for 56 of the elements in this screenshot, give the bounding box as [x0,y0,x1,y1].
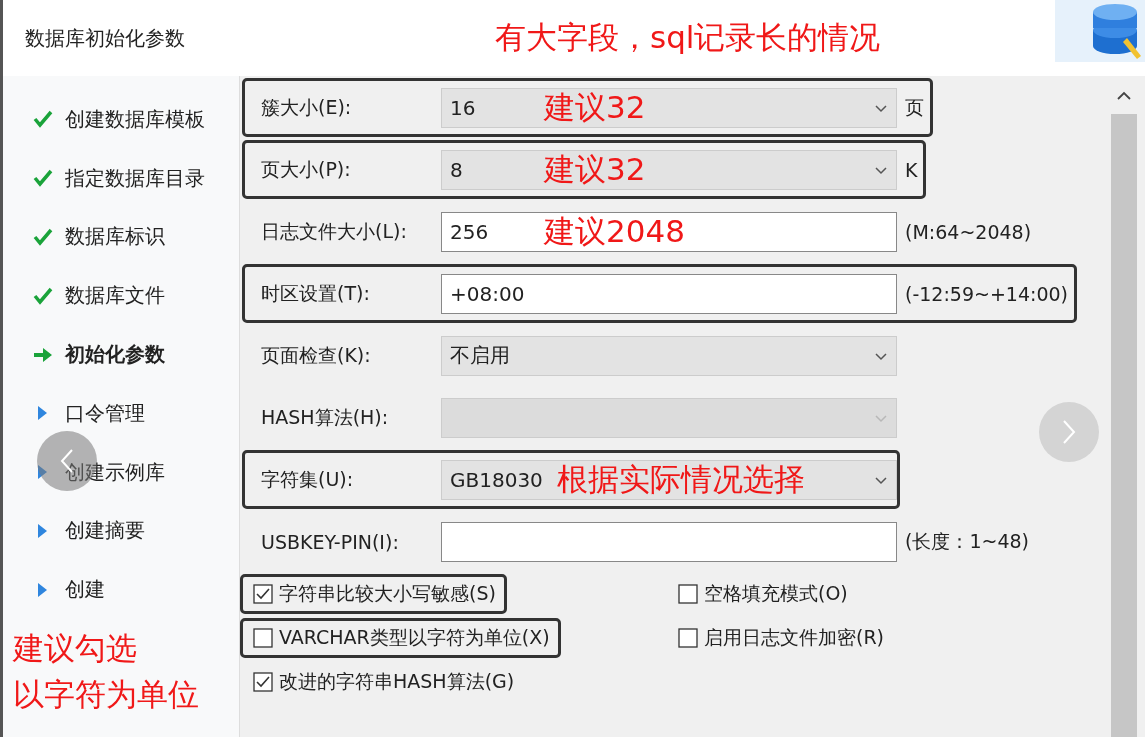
chevron-right-icon [1061,419,1077,445]
checkbox-label[interactable]: 空格填充模式(O) [704,581,848,607]
dropdown[interactable]: 不启用 [441,335,897,376]
checkbox[interactable] [253,672,273,692]
checkbox-label[interactable]: 启用日志文件加密(R) [704,625,885,651]
chevron-down-icon [874,103,888,114]
input-field[interactable] [441,521,897,562]
step-label[interactable]: 口令管理 [65,399,145,427]
unit-label: (M:64~2048) [905,220,1032,243]
unit-label: 页 [905,94,924,120]
annotation-text: 建议勾选 [13,629,138,669]
field-label: 字符集(U): [261,466,355,492]
annotation-text: 建议32 [544,149,646,189]
checkbox[interactable] [678,628,698,648]
chevron-down-icon [874,475,888,486]
checkbox-label[interactable]: VARCHAR类型以字符为单位(X) [279,625,550,651]
checkbox[interactable] [253,584,273,604]
checkbox[interactable] [678,584,698,604]
database-icon [1055,0,1145,62]
field-label: 页面检查(K): [261,342,372,368]
window-title: 数据库初始化参数 [25,24,186,52]
input-field[interactable]: +08:00 [441,273,897,314]
dropdown[interactable]: 8 建议32 [441,149,897,190]
unit-label: K [905,158,918,181]
chevron-down-icon [874,165,888,176]
dropdown[interactable]: 16 建议32 [441,87,897,128]
step-label[interactable]: 数据库文件 [65,282,165,310]
dropdown[interactable]: GB18030 根据实际情况选择 [441,459,897,500]
field-label: 时区设置(T): [261,280,371,306]
chevron-up-icon[interactable] [1116,90,1132,102]
step-label[interactable]: 创建摘要 [65,517,145,545]
annotation-text: 有大字段，sql记录长的情况 [495,18,881,57]
unit-label: (-12:59~+14:00) [905,282,1069,305]
step-label[interactable]: 创建数据库模板 [65,105,205,133]
annotation-text: 以字符为单位 [13,675,200,715]
checkbox-label[interactable]: 字符串比较大小写敏感(S) [279,581,496,607]
step-label[interactable]: 指定数据库目录 [65,164,205,192]
checkbox-label[interactable]: 改进的字符串HASH算法(G) [279,669,515,695]
step-label[interactable]: 创建示例库 [65,458,165,486]
chevron-down-icon [874,413,888,424]
step-label[interactable]: 创建 [65,576,105,604]
field-label: 页大小(P): [261,156,352,182]
field-label: HASH算法(H): [261,404,390,430]
step-label[interactable]: 初始化参数 [65,341,165,369]
annotation-text: 根据实际情况选择 [556,459,805,499]
step-label[interactable]: 数据库标识 [65,223,165,251]
checkbox[interactable] [253,628,273,648]
annotation-text: 建议32 [544,87,646,127]
field-label: 日志文件大小(L): [261,218,408,244]
chevron-down-icon [874,351,888,362]
annotation-text: 建议2048 [544,211,685,251]
input-field[interactable]: 256 建议2048 [441,211,897,252]
field-label: USBKEY-PIN(I): [261,530,400,553]
unit-label: (长度：1~48) [905,528,1029,554]
field-label: 簇大小(E): [261,94,353,120]
scroll-thumb[interactable] [1111,114,1137,737]
